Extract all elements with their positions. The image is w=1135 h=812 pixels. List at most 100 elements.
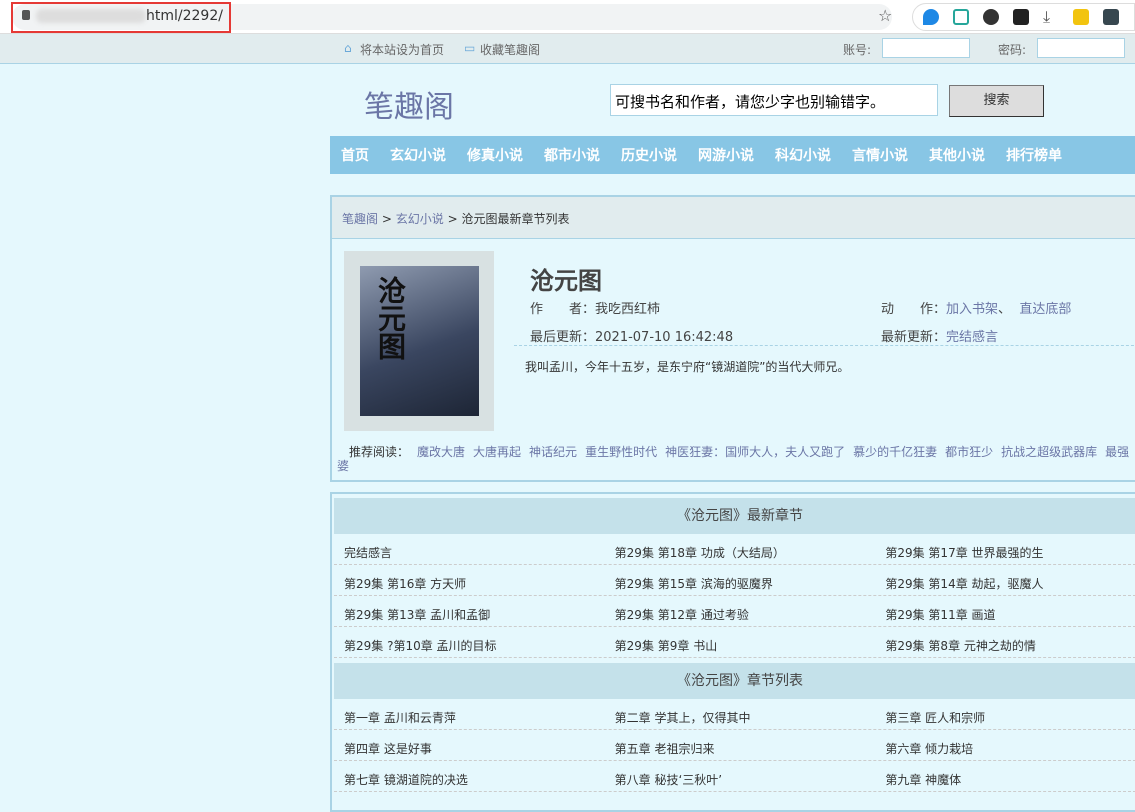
recommend-link[interactable]: 魔改大唐 bbox=[417, 445, 465, 459]
chapter-row: 第29集 第13章 孟川和孟御 第29集 第12章 通过考验 第29集 第11章 画… bbox=[334, 596, 1135, 627]
breadcrumb-sep: > bbox=[447, 212, 458, 226]
recommend-link[interactable]: 抗战之超级武器库 bbox=[1001, 445, 1097, 459]
latest-label: 最新更新： bbox=[881, 330, 947, 345]
nav-home[interactable]: 首页 bbox=[341, 145, 369, 165]
actions-info: 动 作：加入书架、 直达底部 bbox=[881, 298, 1071, 317]
chapter-link[interactable]: 第29集 第8章 元神之劫的情 bbox=[875, 627, 1135, 657]
search-button[interactable]: 搜索 bbox=[949, 85, 1044, 117]
chapter-link[interactable]: 第29集 第13章 孟川和孟御 bbox=[334, 596, 605, 626]
chapter-link[interactable]: 第九章 神魔体 bbox=[875, 761, 1135, 791]
site-topbar: ⌂ 将本站设为首页 ▭ 收藏笔趣阁 账号: 密码: bbox=[0, 34, 1135, 64]
updated-label: 最后更新： bbox=[530, 330, 596, 345]
account-label: 账号: bbox=[843, 43, 872, 57]
chapter-list: 第一章 孟川和云青萍 第二章 学其上，仅得其中 第三章 匠人和宗师 第四章 这是好事第… bbox=[332, 699, 1135, 792]
breadcrumb-category[interactable]: 玄幻小说 bbox=[396, 212, 444, 226]
extension-icon[interactable] bbox=[1073, 9, 1089, 25]
chapter-link[interactable]: 第29集 第15章 滨海的驱魔界 bbox=[605, 565, 876, 595]
extension-icon[interactable] bbox=[923, 9, 939, 25]
site-logo[interactable]: 笔趣阁 bbox=[364, 82, 454, 126]
lock-icon bbox=[22, 10, 30, 20]
chapter-link[interactable]: 第一章 孟川和云青萍 bbox=[334, 699, 605, 729]
author-info: 作 者：我吃西红柿 bbox=[530, 298, 660, 317]
recommend-link[interactable]: 慕少的千亿狂妻 bbox=[853, 445, 937, 459]
author-name: 我吃西红柿 bbox=[595, 302, 661, 317]
chapter-link[interactable]: 完结感言 bbox=[334, 534, 605, 564]
nav-lishi[interactable]: 历史小说 bbox=[621, 145, 677, 165]
extensions: ⤓ bbox=[912, 3, 1135, 31]
chapter-link[interactable]: 第二章 学其上，仅得其中 bbox=[605, 699, 876, 729]
chapter-row: 第四章 这是好事 第五章 老祖宗归来 第六章 倾力栽培 bbox=[334, 730, 1135, 761]
breadcrumb-sep: > bbox=[381, 212, 392, 226]
password-input[interactable] bbox=[1037, 38, 1125, 58]
nav-wangyou[interactable]: 网游小说 bbox=[698, 145, 754, 165]
set-home-link[interactable]: 将本站设为首页 bbox=[360, 41, 444, 58]
chapter-link[interactable]: 第29集 第9章 书山 bbox=[605, 627, 876, 657]
updated-info: 最后更新：2021-07-10 16:42:48 bbox=[530, 326, 733, 345]
recommend-link[interactable]: 大唐再起 bbox=[473, 445, 521, 459]
url-text[interactable]: html/2292/ bbox=[146, 8, 223, 24]
search-input[interactable]: 可搜书名和作者，请您少字也别输错字。 bbox=[610, 84, 938, 116]
breadcrumb-home[interactable]: 笔趣阁 bbox=[342, 212, 378, 226]
nav-dushi[interactable]: 都市小说 bbox=[544, 145, 600, 165]
chapter-row: 第29集 ?第10章 孟川的目标 第29集 第9章 书山 第29集 第8章 元神之劫… bbox=[334, 627, 1135, 658]
chapter-link[interactable]: 第六章 倾力栽培 bbox=[875, 730, 1135, 760]
chapter-link[interactable]: 第29集 第11章 画道 bbox=[875, 596, 1135, 626]
chapter-link[interactable]: 第29集 第14章 劫起，驱魔人 bbox=[875, 565, 1135, 595]
to-bottom-link[interactable]: 直达底部 bbox=[1019, 302, 1071, 317]
latest-chapter-link[interactable]: 完结感言 bbox=[946, 330, 998, 345]
nav-xiuzhen[interactable]: 修真小说 bbox=[467, 145, 523, 165]
chapter-link[interactable]: 第五章 老祖宗归来 bbox=[605, 730, 876, 760]
nav-yanqing[interactable]: 言情小说 bbox=[852, 145, 908, 165]
chapter-link[interactable]: 第29集 第17章 世界最强的生 bbox=[875, 534, 1135, 564]
nav-ranking[interactable]: 排行榜单 bbox=[1006, 145, 1062, 165]
nav-kehuan[interactable]: 科幻小说 bbox=[775, 145, 831, 165]
chapter-link[interactable]: 第29集 第16章 方天师 bbox=[334, 565, 605, 595]
chapter-link[interactable]: 第八章 秘技‘三秋叶’ bbox=[605, 761, 876, 791]
chapter-link[interactable]: 第四章 这是好事 bbox=[334, 730, 605, 760]
nav-other[interactable]: 其他小说 bbox=[929, 145, 985, 165]
latest-chapters-header: 《沧元图》最新章节 bbox=[334, 498, 1135, 534]
chapter-link[interactable]: 第七章 镜湖道院的决选 bbox=[334, 761, 605, 791]
latest-info: 最新更新：完结感言 bbox=[881, 326, 998, 345]
undo-extension-icon[interactable] bbox=[983, 9, 999, 25]
password-label: 密码: bbox=[998, 43, 1027, 57]
action-sep: 、 bbox=[998, 302, 1012, 317]
download-icon[interactable]: ⤓ bbox=[1043, 9, 1059, 25]
recommend-link[interactable]: 都市狂少 bbox=[945, 445, 993, 459]
folder-icon: ▭ bbox=[464, 41, 476, 55]
chapter-link[interactable]: 第29集 第12章 通过考验 bbox=[605, 596, 876, 626]
bookmark-star-icon[interactable]: ☆ bbox=[878, 6, 892, 25]
book-title: 沧元图 bbox=[530, 267, 602, 295]
recommend-link[interactable]: 最强 bbox=[1105, 445, 1129, 459]
updated-time: 2021-07-10 16:42:48 bbox=[595, 330, 734, 345]
browser-toolbar: html/2292/ ☆ ⤓ bbox=[0, 0, 1135, 34]
extension-icon[interactable] bbox=[1103, 9, 1119, 25]
chapter-link[interactable]: 第三章 匠人和宗师 bbox=[875, 699, 1135, 729]
chapter-list-header: 《沧元图》章节列表 bbox=[334, 663, 1135, 699]
recommend-label: 推荐阅读： bbox=[349, 445, 410, 459]
chapter-link[interactable]: 第29集 第18章 功成（大结局） bbox=[605, 534, 876, 564]
recommend-link[interactable]: 重生野性时代 bbox=[585, 445, 657, 459]
bookmark-link[interactable]: 收藏笔趣阁 bbox=[480, 41, 540, 58]
nav-xuanhuan[interactable]: 玄幻小说 bbox=[390, 145, 446, 165]
recommend-link[interactable]: 婆 bbox=[337, 459, 349, 473]
account-input[interactable] bbox=[882, 38, 970, 58]
home-icon: ⌂ bbox=[344, 41, 352, 55]
breadcrumb-current: 沧元图最新章节列表 bbox=[461, 212, 570, 226]
book-cover: 沧元图 bbox=[344, 251, 494, 431]
recommend-link[interactable]: 神医狂妻：国师大人，夫人又跑了 bbox=[665, 445, 845, 459]
blurred-domain bbox=[36, 9, 146, 23]
save-extension-icon[interactable] bbox=[953, 9, 969, 25]
cover-image: 沧元图 bbox=[360, 266, 479, 416]
book-info-box: 笔趣阁 > 玄幻小说 > 沧元图最新章节列表 沧元图 沧元图 作 者：我吃西红柿… bbox=[330, 195, 1135, 482]
extension-icon[interactable] bbox=[1013, 9, 1029, 25]
chapter-link[interactable]: 第29集 ?第10章 孟川的目标 bbox=[334, 627, 605, 657]
chapter-row: 第一章 孟川和云青萍 第二章 学其上，仅得其中 第三章 匠人和宗师 bbox=[334, 699, 1135, 730]
recommend-link[interactable]: 神话纪元 bbox=[529, 445, 577, 459]
chapter-row: 完结感言 第29集 第18章 功成（大结局） 第29集 第17章 世界最强的生 bbox=[334, 534, 1135, 565]
main-nav: 首页 玄幻小说 修真小说 都市小说 历史小说 网游小说 科幻小说 言情小说 其他… bbox=[330, 136, 1135, 174]
divider bbox=[514, 345, 1135, 346]
chapter-row: 第29集 第16章 方天师 第29集 第15章 滨海的驱魔界 第29集 第14章 劫… bbox=[334, 565, 1135, 596]
book-intro: 我叫孟川，今年十五岁，是东宁府“镜湖道院”的当代大师兄。 bbox=[525, 360, 850, 374]
add-to-shelf-link[interactable]: 加入书架 bbox=[946, 302, 998, 317]
